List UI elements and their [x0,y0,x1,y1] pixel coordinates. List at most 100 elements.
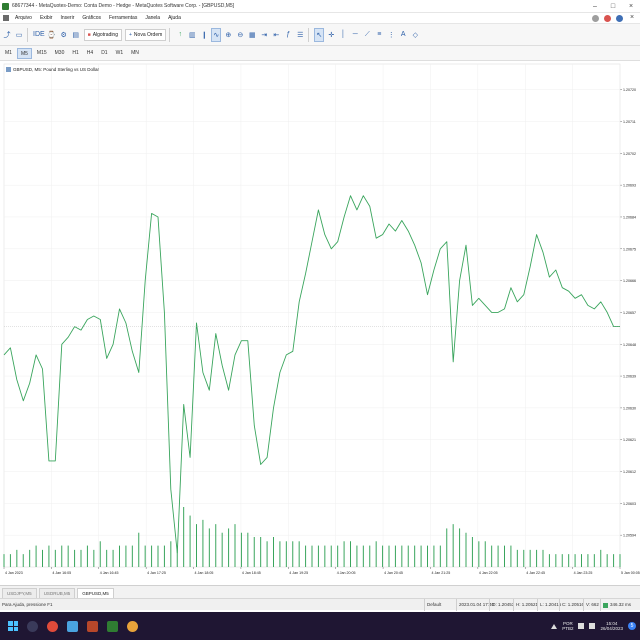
menu-janela[interactable]: Janela [141,15,164,21]
x-tick-label: 4 Jan 2023 [5,571,23,575]
x-tick-label: 4 Jan 16:45 [100,571,119,575]
clock[interactable]: 15:04 26/04/2023 [600,621,623,632]
tab-usdjpy[interactable]: USDJPY,M5 [2,588,37,598]
y-tick-label: 1.20657 [623,311,636,315]
terminal-icon[interactable]: ▤ [71,28,81,42]
app-icon[interactable] [87,620,98,632]
status-high: H: 1.20521 [513,599,538,611]
menu-graficos[interactable]: Gráficos [78,15,105,21]
price-chart[interactable]: 1.20720 1.20711 1.20702 1.20693 1.20684 1.206… [0,62,640,584]
timeframe-m1[interactable]: M1 [2,48,15,59]
chart-window-icon [3,15,9,21]
y-tick-label: 1.20594 [623,534,636,538]
app-window: 68677344 - MetaQuotes-Demo: Conta Demo -… [0,0,640,640]
title-bar: 68677344 - MetaQuotes-Demo: Conta Demo -… [0,0,640,13]
language-indicator[interactable]: POR PTB2 [562,621,573,632]
timeframe-h4[interactable]: H4 [84,48,96,59]
auto-scroll-icon[interactable]: ⇥ [259,28,269,42]
crosshair-icon[interactable]: ✛ [326,28,336,42]
menu-exibir[interactable]: Exibir [36,15,57,21]
cursor-icon[interactable]: ↖ [314,27,325,42]
chart-area[interactable]: 1.20720 1.20711 1.20702 1.20693 1.20684 1.206… [0,62,640,584]
menu-ferramentas[interactable]: Ferramentas [105,15,141,21]
new-order-button[interactable]: + Nova Ordem [125,28,167,41]
window-title: 68677344 - MetaQuotes-Demo: Conta Demo -… [12,3,235,9]
timeframe-mn[interactable]: MN [128,48,142,59]
new-chart-icon[interactable]: ⤴ [2,28,12,42]
volume-icon[interactable] [589,623,596,629]
x-tick-label: 5 Jan 00:05 [621,571,640,575]
timeframe-m5[interactable]: M5 [16,47,32,59]
search-taskbar-icon[interactable] [27,620,38,632]
alert-icon[interactable] [604,14,611,22]
y-tick-label: 1.20702 [623,152,636,156]
notification-badge[interactable]: 5 [628,622,636,630]
profiles-icon[interactable]: ▭ [14,28,24,42]
chart-frame [3,63,621,568]
zoom-out-icon[interactable]: ⊖ [235,28,245,42]
chart-shift-icon[interactable]: ⇤ [271,28,281,42]
zoom-in-icon[interactable]: ⊕ [223,28,233,42]
chart-tabs: USDJPY,M5 USDRUB,M5 GBPUSD,M5 [0,585,640,598]
tab-gbpusd[interactable]: GBPUSD,M5 [77,588,114,598]
menu-right-controls: × [592,14,636,22]
ide-button[interactable]: IDE [33,28,45,42]
maximize-button[interactable]: □ [604,0,622,13]
timeframe-m30[interactable]: M30 [52,48,68,59]
tab-usdrub[interactable]: USDRUB,M5 [38,588,76,598]
status-profile: Default [424,599,441,611]
buy-arrow-icon[interactable]: ↑ [175,28,185,42]
strategy-tester-icon[interactable]: ⚙ [59,28,69,42]
metatrader-taskbar-icon[interactable] [107,620,118,632]
timeframe-bar: M1 M5 M15 M30 H1 H4 D1 W1 MN [0,46,640,61]
chrome-profile-icon[interactable] [127,620,138,632]
windows-start-icon[interactable] [8,621,18,631]
x-tick-label: 4 Jan 21:25 [431,571,450,575]
timeframe-m15[interactable]: M15 [34,48,50,59]
file-explorer-icon[interactable] [67,620,78,632]
objects-icon[interactable]: ☰ [295,28,305,42]
line-chart-icon[interactable]: ∿ [211,27,222,42]
close-chart-button[interactable]: × [628,14,636,22]
x-tick-label: 4 Jan 16:05 [52,571,71,575]
y-tick-label: 1.20612 [623,470,636,474]
tray-expand-icon[interactable] [551,623,558,629]
algotrading-button[interactable]: ■ Algotrading [83,28,122,41]
menu-inserir[interactable]: Inserir [56,15,78,21]
chrome-icon[interactable] [47,620,58,632]
equidistant-channel-icon[interactable]: ≡ [374,28,384,42]
window-controls: – □ × [586,0,640,13]
text-tool-icon[interactable]: A [398,28,408,42]
horizontal-line-icon[interactable]: ─ [350,28,360,42]
x-tick-label: 4 Jan 18:05 [195,571,214,575]
timeframe-d1[interactable]: D1 [98,48,110,59]
menu-ajuda[interactable]: Ajuda [164,15,185,21]
connection-status[interactable]: 346.32 ms [600,599,631,611]
x-tick-label: 4 Jan 20:45 [384,571,403,575]
history-icon[interactable]: ⌚ [47,28,57,42]
network-icon[interactable] [578,623,585,629]
new-order-icon: + [129,31,132,38]
candlestick-icon[interactable]: ❙ [199,28,209,42]
menu-arquivo[interactable]: Arquivo [11,15,36,21]
close-button[interactable]: × [622,0,640,13]
search-icon[interactable] [592,14,599,22]
tile-windows-icon[interactable]: ▦ [247,28,257,42]
y-tick-label: 1.20621 [623,438,636,442]
minimize-button[interactable]: – [586,0,604,13]
vertical-line-icon[interactable]: │ [338,28,348,42]
bar-chart-icon[interactable]: ▥ [187,28,197,42]
indicators-icon[interactable]: ƒ [283,28,293,42]
status-help: Para Ajuda, pressione F1 [2,602,53,607]
menu-bar: Arquivo Exibir Inserir Gráficos Ferramen… [0,13,640,24]
x-tick-label: 4 Jan 22:05 [479,571,498,575]
chart-title: GBPUSD, M5: Pound Sterling vs US Dollar [13,67,100,72]
fibonacci-icon[interactable]: ⋮ [386,28,396,42]
timeframe-h1[interactable]: H1 [69,48,81,59]
shapes-icon[interactable]: ◇ [410,28,420,42]
x-tick-label: 4 Jan 23:25 [574,571,593,575]
trendline-icon[interactable]: ⟋ [362,28,372,42]
windows-taskbar: POR PTB2 15:04 26/04/2023 5 [0,612,640,640]
timeframe-w1[interactable]: W1 [113,48,127,59]
account-icon[interactable] [616,14,623,22]
